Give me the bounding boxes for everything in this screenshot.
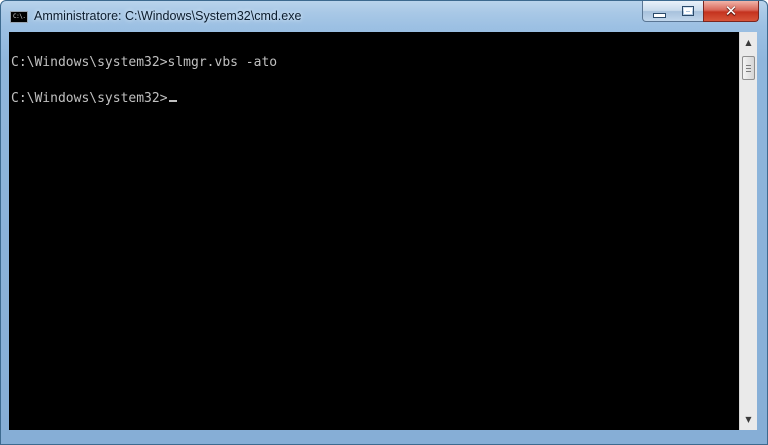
console-line-prompt: C:\Windows\system32>	[11, 91, 177, 107]
vertical-scrollbar[interactable]: ▲ ▼	[739, 32, 757, 430]
maximize-icon	[682, 6, 694, 16]
console-line-1-text: C:\Windows\system32>slmgr.vbs -ato	[11, 55, 278, 70]
title-bar[interactable]: C:\. Amministratore: C:\Windows\System32…	[1, 1, 767, 31]
close-icon: ✕	[724, 2, 738, 20]
minimize-icon	[653, 13, 666, 18]
console-line-command: C:\Windows\system32>slmgr.vbs -ato	[11, 55, 277, 71]
cmd-window: C:\. Amministratore: C:\Windows\System32…	[0, 0, 768, 445]
close-button[interactable]: ✕	[703, 1, 759, 22]
console-output[interactable]: C:\Windows\system32>slmgr.vbs -ato C:\Wi…	[9, 32, 739, 430]
window-title: Amministratore: C:\Windows\System32\cmd.…	[34, 9, 302, 23]
thumb-grip-line	[746, 71, 751, 72]
thumb-grip-line	[746, 68, 751, 69]
minimize-button[interactable]	[642, 1, 674, 22]
scroll-down-arrow-icon[interactable]: ▼	[740, 411, 757, 428]
cmd-icon[interactable]: C:\.	[10, 11, 28, 23]
text-cursor	[168, 100, 177, 102]
scrollbar-thumb[interactable]	[742, 56, 755, 80]
window-bottom-frame[interactable]	[1, 430, 767, 444]
scroll-up-arrow-icon[interactable]: ▲	[740, 34, 757, 51]
thumb-grip-line	[746, 65, 751, 66]
maximize-button[interactable]	[673, 1, 704, 22]
console-line-2-text: C:\Windows\system32>	[11, 91, 168, 106]
cmd-icon-label: C:\.	[13, 13, 26, 20]
